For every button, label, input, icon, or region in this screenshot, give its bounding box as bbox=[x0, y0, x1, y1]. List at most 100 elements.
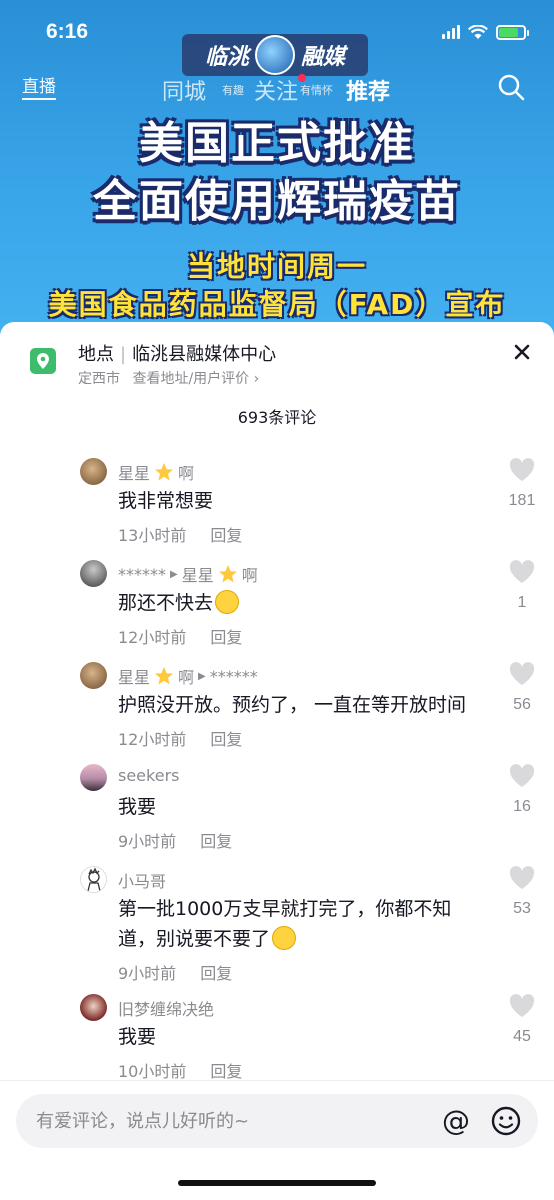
cellular-signal-icon bbox=[442, 25, 460, 39]
top-nav: 直播 同城 有趣 关注 有情怀 推荐 bbox=[0, 66, 554, 112]
comment-input[interactable] bbox=[36, 1094, 416, 1148]
comment-meta: 9小时前 回复 bbox=[118, 960, 232, 984]
like-button[interactable]: 16 bbox=[500, 764, 544, 816]
comment-text-content: 那还不快去 bbox=[118, 592, 214, 614]
avatar[interactable] bbox=[80, 458, 107, 485]
comment-username[interactable]: 旧梦缠绵决绝 bbox=[118, 996, 214, 1020]
comment-time: 12小时前 bbox=[118, 628, 187, 647]
reply-button[interactable]: 回复 bbox=[200, 828, 232, 852]
comment-username[interactable]: ****** ▶ 星星 啊 bbox=[118, 562, 258, 586]
comment-username[interactable]: 星星 啊 ▶ ****** bbox=[118, 664, 258, 688]
avatar[interactable] bbox=[80, 764, 107, 791]
reply-button[interactable]: 回复 bbox=[210, 624, 242, 648]
like-button[interactable]: 56 bbox=[500, 662, 544, 714]
home-indicator[interactable] bbox=[178, 1180, 376, 1186]
heart-icon bbox=[509, 994, 535, 1017]
like-button[interactable]: 53 bbox=[500, 866, 544, 918]
list-item[interactable]: 星星 啊 ▶ ****** 护照没开放。预约了， 一直在等开放时间 12小时前 … bbox=[0, 662, 554, 752]
like-count: 53 bbox=[513, 900, 531, 917]
like-count: 56 bbox=[513, 696, 531, 713]
comment-username[interactable]: 星星 啊 bbox=[118, 460, 194, 484]
location-action[interactable]: 查看地址/用户评价 bbox=[132, 371, 249, 387]
like-button[interactable]: 181 bbox=[500, 458, 544, 510]
comment-time: 13小时前 bbox=[118, 526, 187, 545]
star-icon bbox=[155, 667, 174, 685]
search-icon[interactable] bbox=[496, 72, 526, 102]
avatar[interactable] bbox=[80, 866, 107, 893]
comment-text: 我要 bbox=[118, 1026, 157, 1048]
list-item[interactable]: ****** ▶ 星星 啊 那还不快去 12小时前 回复 1 bbox=[0, 560, 554, 650]
like-button[interactable]: 1 bbox=[500, 560, 544, 612]
comment-meta: 10小时前 回复 bbox=[118, 1058, 242, 1082]
list-item[interactable]: seekers 我要 9小时前 回复 16 bbox=[0, 764, 554, 854]
avatar[interactable] bbox=[80, 994, 107, 1021]
star-icon bbox=[218, 565, 237, 583]
reply-button[interactable]: 回复 bbox=[210, 1058, 242, 1082]
close-button[interactable] bbox=[508, 338, 536, 366]
battery-icon bbox=[496, 24, 529, 40]
username-suffix: 啊 bbox=[178, 464, 195, 483]
comment-text: 我要 bbox=[118, 796, 157, 818]
comment-username[interactable]: seekers bbox=[118, 766, 179, 785]
smile-emoji-icon bbox=[215, 590, 240, 614]
tab-nearby[interactable]: 同城 bbox=[162, 74, 206, 106]
reply-button[interactable]: 回复 bbox=[210, 522, 242, 546]
video-headline-2: 全面使用辉瑞疫苗 bbox=[93, 176, 461, 227]
comment-input-box[interactable]: @ bbox=[16, 1094, 538, 1148]
username-text: 旧梦缠绵决绝 bbox=[118, 1000, 215, 1019]
notification-dot bbox=[298, 74, 306, 82]
username-text: ****** bbox=[118, 564, 166, 584]
status-icons bbox=[442, 24, 529, 40]
mention-button[interactable]: @ bbox=[440, 1105, 472, 1137]
reply-button[interactable]: 回复 bbox=[210, 726, 242, 750]
location-label: 地点 bbox=[78, 344, 114, 365]
like-count: 181 bbox=[508, 492, 536, 509]
like-count: 16 bbox=[513, 798, 531, 815]
nav-small-label-right: 有情怀 bbox=[300, 84, 333, 97]
video-subline-1: 当地时间周一 bbox=[186, 250, 367, 283]
video-headline-1: 美国正式批准 bbox=[139, 118, 415, 169]
cartoon-avatar-icon bbox=[87, 867, 101, 892]
avatar[interactable] bbox=[80, 560, 107, 587]
comment-username[interactable]: 小马哥 bbox=[118, 868, 166, 892]
laughing-emoji-icon bbox=[272, 926, 297, 950]
video-background[interactable]: 6:16 临洮 融媒 直播 同城 有趣 关注 有情怀 推荐 美国正式批准 全面使… bbox=[0, 0, 554, 360]
username-text: 小马哥 bbox=[118, 872, 167, 891]
tab-following[interactable]: 关注 bbox=[254, 74, 298, 106]
chevron-right-icon: › bbox=[253, 371, 260, 387]
heart-icon bbox=[509, 764, 535, 787]
heart-icon bbox=[509, 866, 535, 889]
nav-small-label-left: 有趣 bbox=[222, 84, 244, 97]
reply-to-username[interactable]: 星星 bbox=[182, 562, 214, 586]
location-row[interactable]: 地点 | 临洮县融媒体中心 定西市 查看地址/用户评价 › bbox=[0, 322, 554, 394]
avatar[interactable] bbox=[80, 662, 107, 689]
comment-time: 10小时前 bbox=[118, 1062, 187, 1081]
comment-count: 693条评论 bbox=[237, 408, 317, 427]
reply-to-username[interactable]: ****** bbox=[210, 667, 258, 686]
emoji-picker-icon[interactable] bbox=[490, 1105, 522, 1137]
heart-icon bbox=[509, 560, 535, 583]
comment-text: 护照没开放。预约了， 一直在等开放时间 bbox=[118, 694, 467, 716]
list-item[interactable]: 星星 啊 我非常想要 13小时前 回复 181 bbox=[0, 458, 554, 548]
comment-text: 我非常想要 bbox=[118, 490, 214, 512]
list-item[interactable]: 小马哥 第一批1000万支早就打完了，你都不知 道，别说要不要了 9小时前 回复… bbox=[0, 866, 554, 986]
like-button[interactable]: 45 bbox=[500, 994, 544, 1046]
comment-text-line2: 道，别说要不要了 bbox=[118, 924, 498, 954]
reply-button[interactable]: 回复 bbox=[200, 960, 232, 984]
comment-sheet: 地点 | 临洮县融媒体中心 定西市 查看地址/用户评价 › 693条评论 星星 啊 … bbox=[0, 322, 554, 1200]
comment-time: 12小时前 bbox=[118, 730, 187, 749]
comment-meta: 12小时前 回复 bbox=[118, 624, 242, 648]
comment-text-line1: 第一批1000万支早就打完了，你都不知 bbox=[118, 898, 452, 920]
comment-meta: 13小时前 回复 bbox=[118, 522, 242, 546]
like-count: 1 bbox=[517, 594, 527, 611]
tab-recommend[interactable]: 推荐 bbox=[346, 74, 390, 106]
heart-icon bbox=[509, 458, 535, 481]
live-button[interactable]: 直播 bbox=[22, 72, 56, 100]
close-icon bbox=[514, 344, 530, 360]
like-count: 45 bbox=[513, 1028, 531, 1045]
username-text: 星星 bbox=[118, 668, 151, 687]
reply-to-suffix: 啊 bbox=[241, 566, 258, 585]
video-subline-2: 美国食品药品监督局（FAD）宣布 bbox=[48, 288, 506, 321]
location-subtitle[interactable]: 定西市 查看地址/用户评价 › bbox=[78, 368, 259, 388]
list-item[interactable]: 旧梦缠绵决绝 我要 10小时前 回复 45 bbox=[0, 994, 554, 1084]
